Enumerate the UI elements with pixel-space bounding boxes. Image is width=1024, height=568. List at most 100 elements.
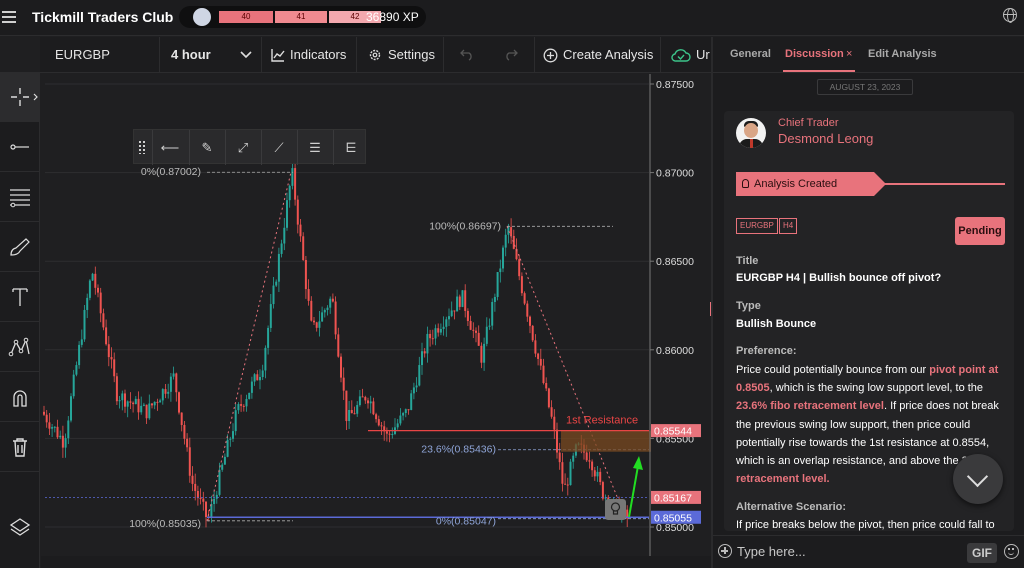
panel-tabs: General Discussion × Edit Analysis bbox=[713, 37, 1024, 73]
gif-button[interactable]: GIF bbox=[967, 543, 997, 563]
tab-general[interactable]: General bbox=[730, 48, 771, 60]
candle-body bbox=[277, 253, 280, 282]
emoji-icon[interactable] bbox=[1004, 544, 1019, 559]
candle-body bbox=[223, 456, 226, 465]
candle-body bbox=[264, 347, 267, 371]
undo-icon[interactable] bbox=[460, 49, 474, 61]
candle-body bbox=[45, 414, 48, 423]
pitchfork-tool-button[interactable]: ⋿ bbox=[333, 130, 368, 165]
candle-body bbox=[253, 374, 256, 382]
chevron-right-icon bbox=[33, 93, 38, 101]
arrow-head bbox=[633, 456, 643, 470]
settings-button[interactable]: Settings bbox=[388, 37, 435, 73]
candle-body bbox=[453, 310, 456, 312]
layers-tool[interactable] bbox=[0, 502, 40, 552]
layers-icon bbox=[9, 518, 31, 536]
candle-body bbox=[169, 376, 172, 392]
active-tab-indicator bbox=[783, 70, 855, 72]
candle-body bbox=[466, 310, 469, 322]
candle-body bbox=[369, 401, 372, 404]
segment-tool-button[interactable]: ⟋ bbox=[261, 130, 296, 165]
trendline-tool[interactable] bbox=[0, 122, 40, 172]
candle-body bbox=[110, 357, 113, 360]
candle-body bbox=[361, 396, 364, 398]
candle-body bbox=[248, 392, 251, 399]
fib-label: 100%(0.85035) bbox=[129, 518, 201, 530]
globe-icon[interactable] bbox=[1003, 8, 1017, 23]
close-tab-icon[interactable]: × bbox=[846, 48, 852, 60]
ray-tool-button[interactable]: ⟵ bbox=[152, 130, 187, 165]
crosshair-tool[interactable] bbox=[0, 72, 40, 122]
candle-body bbox=[137, 398, 140, 413]
line-tool-button[interactable]: ⤢ bbox=[225, 130, 260, 165]
candle-body bbox=[426, 333, 429, 354]
candle-body bbox=[296, 199, 299, 225]
candle-body bbox=[315, 322, 318, 328]
drag-handle-icon[interactable] bbox=[138, 140, 146, 154]
candle-body bbox=[304, 259, 307, 290]
candle-body bbox=[240, 404, 243, 406]
pen-tool-button[interactable]: ✎ bbox=[189, 130, 224, 165]
candle-body bbox=[448, 316, 450, 320]
type-label: Type bbox=[736, 300, 761, 312]
menu-icon[interactable] bbox=[2, 8, 18, 26]
tab-edit-analysis[interactable]: Edit Analysis bbox=[868, 48, 937, 60]
price-chart[interactable]: 0.87500 0.87000 0.86500 0.86000 0.85500 0.850… bbox=[41, 74, 711, 556]
candle-body bbox=[64, 438, 67, 448]
candle-body bbox=[132, 402, 135, 405]
candle-body bbox=[67, 420, 70, 439]
candle-body bbox=[331, 298, 334, 302]
brush-tool[interactable] bbox=[0, 222, 40, 272]
interval-select[interactable]: 4 hour bbox=[171, 37, 211, 73]
candle-body bbox=[493, 296, 496, 302]
toolbar-cutoff-button[interactable]: Ur bbox=[696, 37, 710, 73]
candle-body bbox=[140, 405, 143, 413]
candle-body bbox=[205, 501, 207, 517]
delete-tool[interactable] bbox=[0, 422, 40, 472]
candle-body bbox=[342, 377, 345, 391]
add-attachment-icon[interactable] bbox=[718, 544, 732, 558]
chart-toolbar: EURGBP 4 hour Indicators Settings Create… bbox=[40, 37, 712, 73]
magnet-tool[interactable] bbox=[0, 372, 40, 422]
pattern-tool[interactable] bbox=[0, 322, 40, 372]
y-tick-label: 0.86500 bbox=[656, 256, 694, 268]
candle-body bbox=[180, 412, 183, 425]
candle-body bbox=[286, 200, 288, 228]
candle-body bbox=[269, 304, 272, 328]
symbol-selector[interactable]: EURGBP bbox=[55, 37, 110, 73]
fibonacci-tool[interactable] bbox=[0, 172, 40, 222]
candle-body bbox=[70, 396, 72, 421]
text-tool[interactable] bbox=[0, 272, 40, 322]
candle-body bbox=[345, 390, 348, 422]
candle-body bbox=[502, 247, 504, 269]
status-badge[interactable]: Pending bbox=[955, 217, 1005, 245]
avatar[interactable] bbox=[736, 118, 766, 148]
candle-body bbox=[499, 268, 502, 273]
alternative-label: Alternative Scenario: bbox=[736, 501, 847, 513]
crosshair-icon bbox=[11, 87, 29, 106]
title-label: Title bbox=[736, 255, 759, 267]
create-analysis-button[interactable]: Create Analysis bbox=[563, 37, 653, 73]
candle-body bbox=[445, 319, 448, 327]
candle-body bbox=[585, 452, 588, 461]
indicators-button[interactable]: Indicators bbox=[290, 37, 346, 73]
candle-body bbox=[504, 234, 507, 248]
scroll-down-button[interactable] bbox=[953, 454, 1003, 504]
candle-body bbox=[556, 429, 558, 453]
y-tick-label: 0.87500 bbox=[656, 79, 694, 91]
candle-body bbox=[134, 398, 137, 405]
candle-body bbox=[291, 168, 294, 186]
candle-body bbox=[442, 326, 445, 329]
redo-icon[interactable] bbox=[504, 49, 518, 61]
candle-body bbox=[72, 374, 75, 397]
tab-discussion[interactable]: Discussion bbox=[785, 48, 844, 60]
candle-body bbox=[412, 387, 415, 394]
candle-body bbox=[232, 431, 234, 439]
author-name[interactable]: Desmond Leong bbox=[778, 131, 873, 146]
message-input[interactable] bbox=[737, 540, 957, 562]
channel-tool-button[interactable]: ☰ bbox=[297, 130, 332, 165]
horizontal-line-icon bbox=[10, 143, 29, 150]
gear-icon bbox=[369, 49, 381, 61]
candle-body bbox=[53, 426, 56, 428]
candle-body bbox=[564, 483, 567, 485]
